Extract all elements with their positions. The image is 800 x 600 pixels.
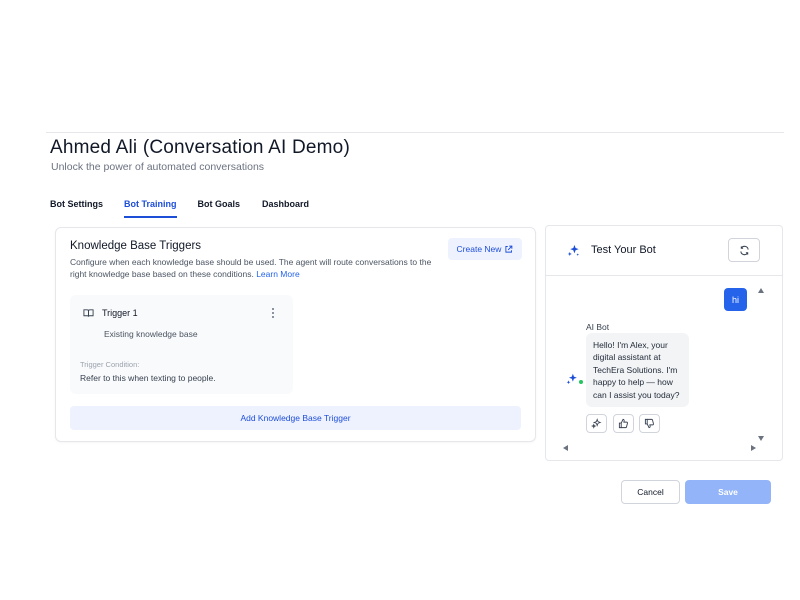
bot-name: AI Bot bbox=[586, 322, 610, 332]
create-new-label: Create New bbox=[456, 244, 502, 254]
test-bot-panel: Test Your Bot hi AI Bot Hello! I'm Alex,… bbox=[545, 225, 783, 461]
book-icon bbox=[83, 309, 94, 317]
sparkle-icon bbox=[591, 418, 602, 429]
scroll-down-arrow[interactable] bbox=[758, 436, 764, 441]
refresh-button[interactable] bbox=[728, 238, 760, 262]
regenerate-button[interactable] bbox=[586, 414, 607, 433]
top-divider bbox=[46, 132, 784, 133]
sparkle-icon bbox=[567, 244, 580, 257]
scroll-right-arrow[interactable] bbox=[751, 445, 756, 451]
thumbs-up-button[interactable] bbox=[613, 414, 634, 433]
knowledge-base-description-text: Configure when each knowledge base shoul… bbox=[70, 257, 432, 279]
refresh-icon bbox=[739, 245, 749, 255]
learn-more-link[interactable]: Learn More bbox=[256, 269, 299, 279]
create-new-button[interactable]: Create New bbox=[448, 238, 522, 260]
trigger-knowledge-base: Existing knowledge base bbox=[104, 329, 198, 339]
page-title: Ahmed Ali (Conversation AI Demo) bbox=[50, 137, 350, 158]
online-status-dot bbox=[578, 379, 584, 385]
cancel-button[interactable]: Cancel bbox=[621, 480, 680, 504]
tab-bot-goals[interactable]: Bot Goals bbox=[198, 198, 241, 218]
knowledge-base-description: Configure when each knowledge base shoul… bbox=[70, 256, 450, 280]
scroll-up-arrow[interactable] bbox=[758, 288, 764, 293]
knowledge-base-card: Knowledge Base Triggers Configure when e… bbox=[55, 227, 536, 442]
test-bot-header: Test Your Bot bbox=[546, 226, 782, 276]
test-bot-title: Test Your Bot bbox=[591, 244, 656, 256]
page-subtitle: Unlock the power of automated conversati… bbox=[51, 161, 265, 173]
tab-bot-training[interactable]: Bot Training bbox=[124, 198, 177, 218]
bot-avatar-icon bbox=[566, 373, 577, 385]
tab-bar: Bot Settings Bot Training Bot Goals Dash… bbox=[50, 198, 331, 220]
add-knowledge-base-trigger-button[interactable]: Add Knowledge Base Trigger bbox=[70, 406, 521, 430]
thumbs-down-button[interactable] bbox=[639, 414, 660, 433]
more-options-icon[interactable] bbox=[268, 306, 278, 320]
trigger-condition-label: Trigger Condition: bbox=[80, 360, 140, 369]
knowledge-base-title: Knowledge Base Triggers bbox=[70, 240, 202, 252]
bot-message: Hello! I'm Alex, your digital assistant … bbox=[586, 333, 689, 407]
thumbs-down-icon bbox=[644, 418, 654, 429]
tab-dashboard[interactable]: Dashboard bbox=[262, 198, 309, 218]
tab-bot-settings[interactable]: Bot Settings bbox=[50, 198, 103, 218]
save-button[interactable]: Save bbox=[685, 480, 771, 504]
thumbs-up-icon bbox=[618, 418, 628, 429]
trigger-card[interactable]: Trigger 1 Existing knowledge base Trigge… bbox=[70, 295, 293, 394]
trigger-name: Trigger 1 bbox=[102, 308, 138, 318]
scroll-left-arrow[interactable] bbox=[563, 445, 568, 451]
trigger-condition: Refer to this when texting to people. bbox=[80, 373, 216, 383]
user-message: hi bbox=[724, 288, 747, 311]
external-link-icon bbox=[505, 245, 513, 253]
